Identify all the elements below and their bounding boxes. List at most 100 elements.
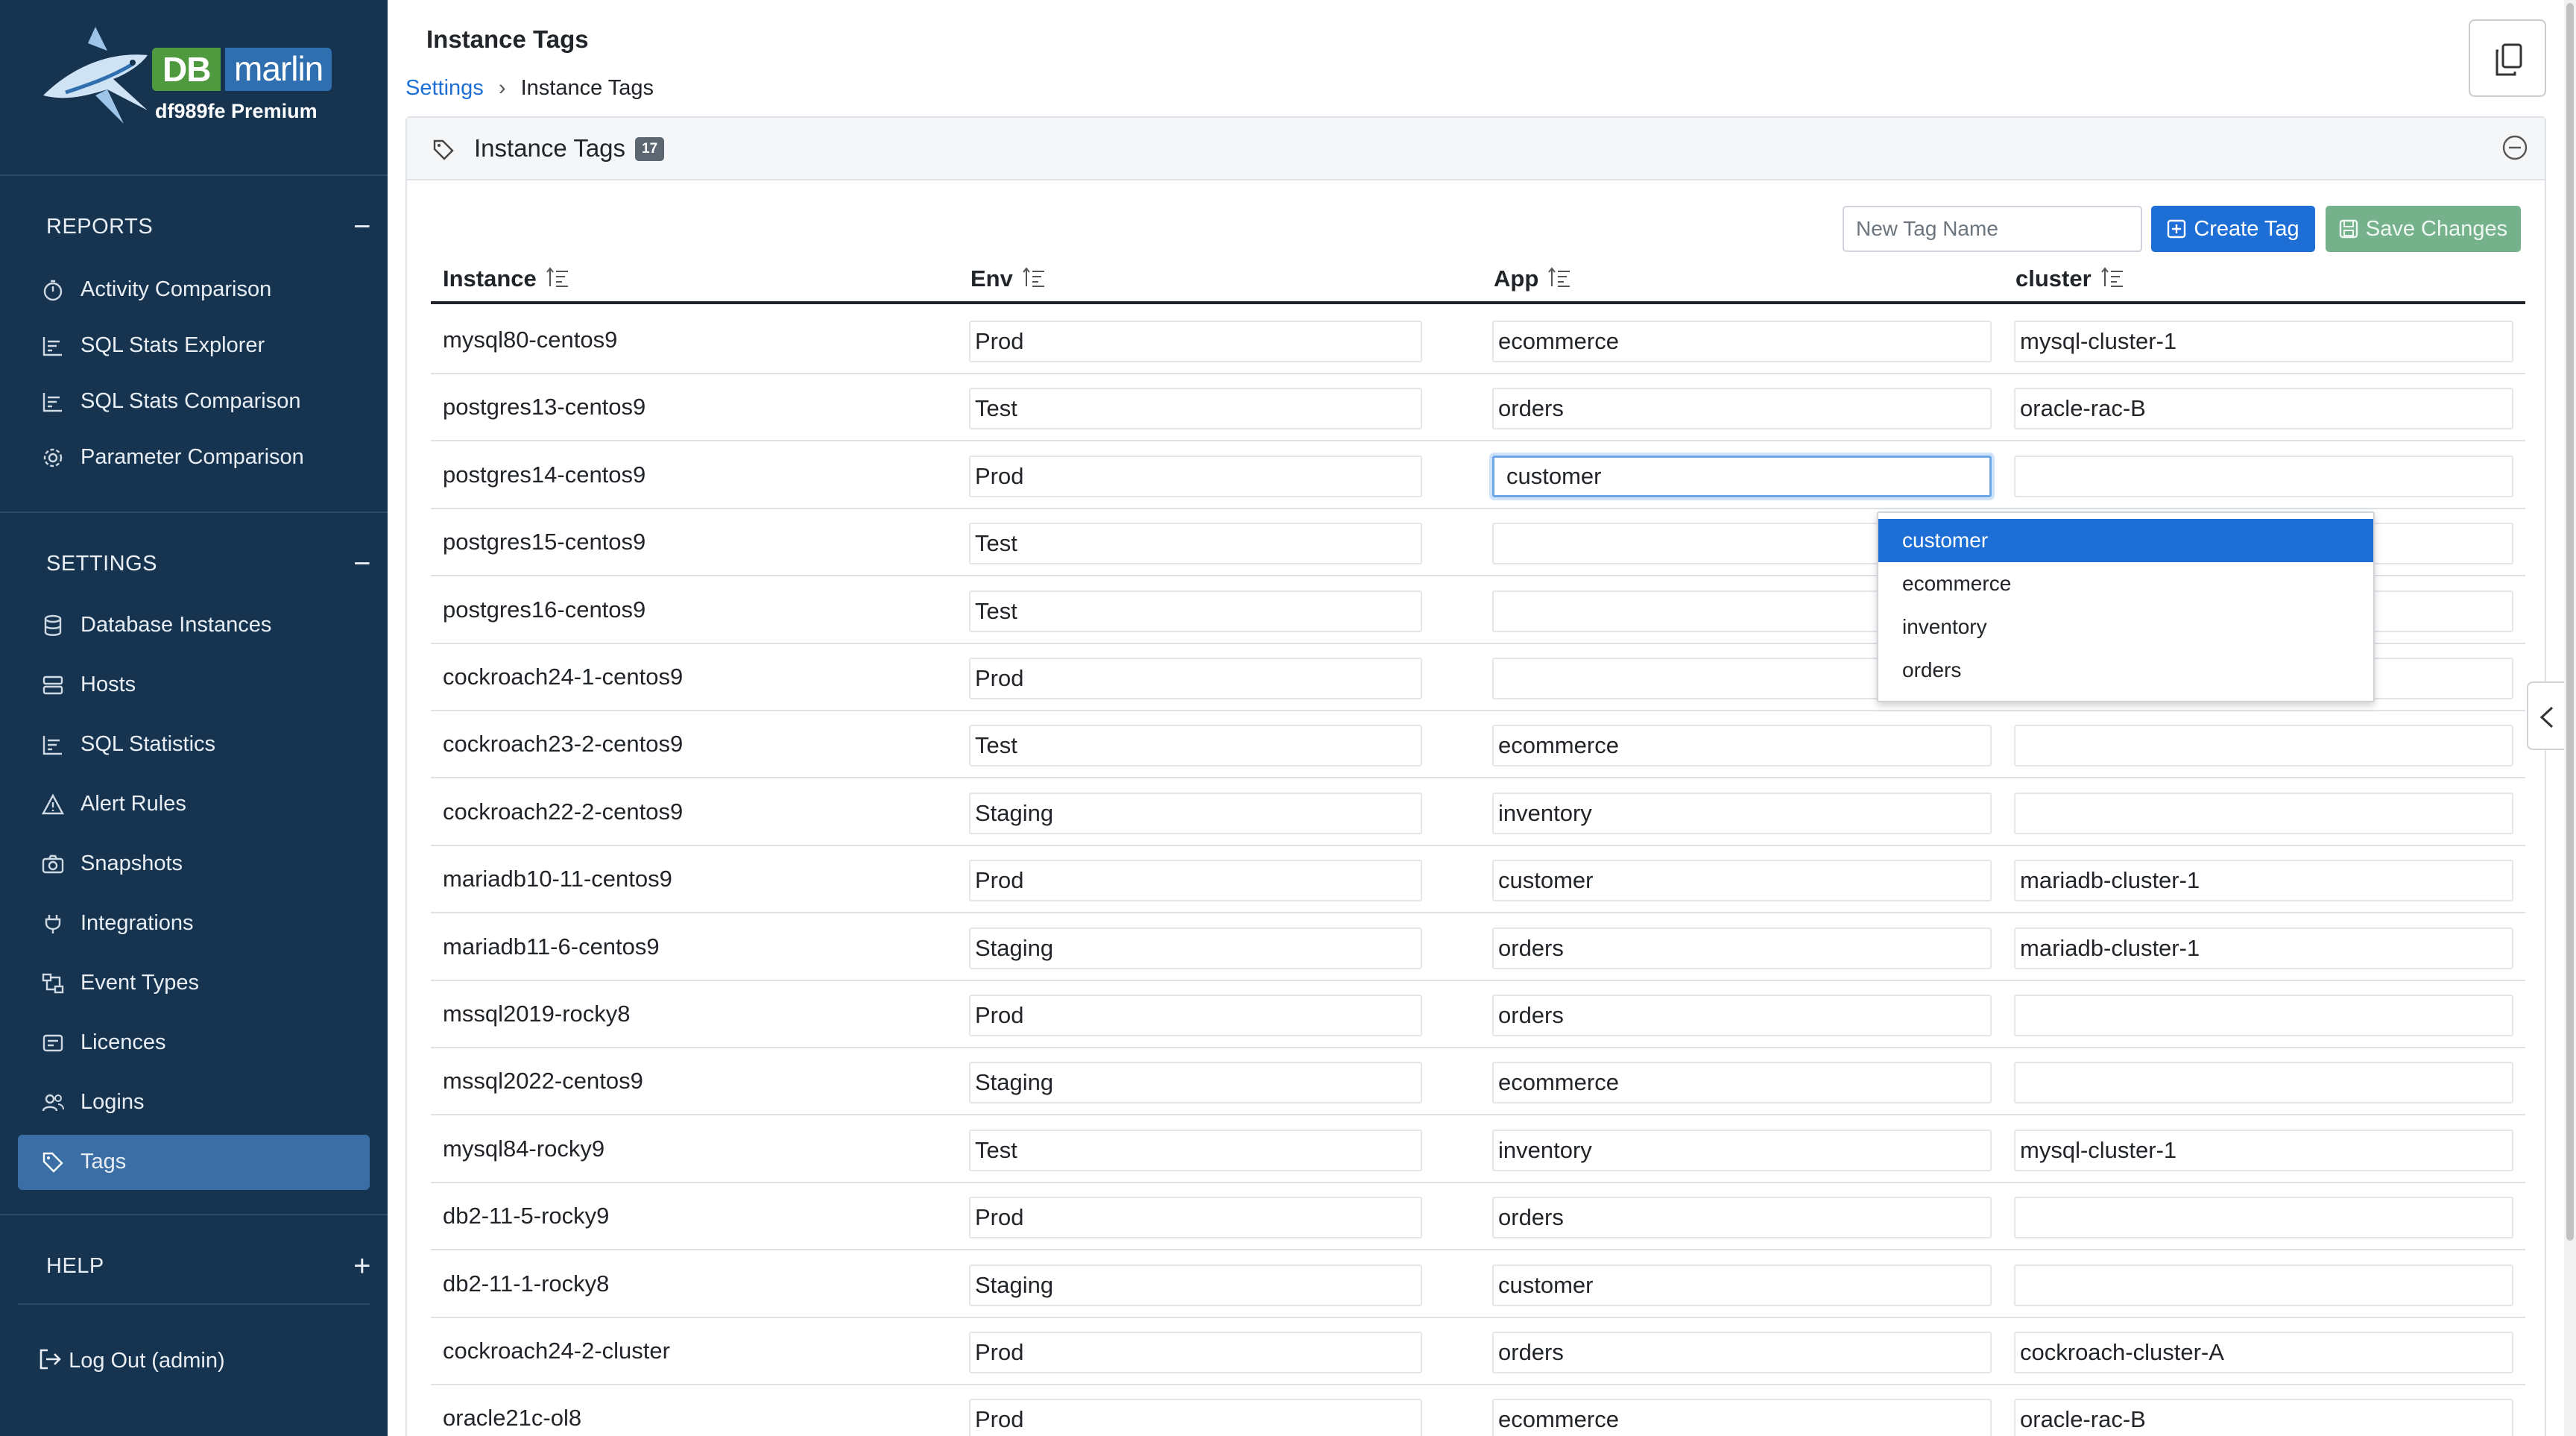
env-tag-input[interactable]: Prod — [969, 456, 1422, 497]
cluster-tag-input[interactable] — [2014, 456, 2513, 497]
cluster-tag-input[interactable]: mariadb-cluster-1 — [2014, 860, 2513, 901]
env-tag-input[interactable]: Prod — [969, 1197, 1422, 1238]
create-tag-button[interactable]: Create Tag — [2151, 206, 2315, 252]
env-tag-input[interactable]: Prod — [969, 1332, 1422, 1373]
sidebar-item-hosts[interactable]: Hosts — [18, 658, 370, 713]
env-tag-input[interactable]: Test — [969, 1130, 1422, 1171]
env-tag-input[interactable]: Test — [969, 725, 1422, 766]
collapse-icon[interactable]: − — [353, 549, 371, 579]
column-header-env[interactable]: Env — [970, 265, 1046, 292]
app-tag-input[interactable]: orders — [1492, 1332, 1992, 1373]
scrollbar-thumb[interactable] — [2566, 3, 2574, 1241]
collapse-circle-icon[interactable] — [2501, 134, 2528, 161]
sort-icon[interactable] — [2100, 267, 2124, 288]
app-tag-input[interactable]: ecommerce — [1492, 321, 1992, 362]
app-tag-input[interactable]: inventory — [1492, 793, 1992, 834]
column-header-app[interactable]: App — [1494, 265, 1571, 292]
app-tag-input[interactable]: ecommerce — [1492, 1062, 1992, 1103]
column-label: Instance — [443, 265, 537, 292]
app-tag-input[interactable]: orders — [1492, 1197, 1992, 1238]
app-tag-input[interactable]: customer — [1492, 860, 1992, 901]
app-tag-input[interactable]: ecommerce — [1492, 1399, 1992, 1436]
app-tag-input[interactable]: inventory — [1492, 1130, 1992, 1171]
app-tag-input[interactable]: customer — [1492, 1265, 1992, 1306]
env-tag-input[interactable]: Staging — [969, 1062, 1422, 1103]
dropdown-option-customer[interactable]: customer — [1878, 519, 2373, 562]
sidebar-item-logins[interactable]: Logins — [18, 1075, 370, 1130]
app-tag-input[interactable]: orders — [1492, 995, 1992, 1036]
env-tag-input[interactable]: Prod — [969, 860, 1422, 901]
instance-name: mysql80-centos9 — [443, 327, 618, 353]
sort-icon[interactable] — [1547, 267, 1571, 288]
sidebar-item-parameter-comparison[interactable]: Parameter Comparison — [18, 430, 370, 485]
breadcrumb-settings-link[interactable]: Settings — [405, 76, 484, 100]
column-header-cluster[interactable]: cluster — [2015, 265, 2124, 292]
env-tag-input[interactable]: Prod — [969, 995, 1422, 1036]
instance-name: cockroach22-2-centos9 — [443, 799, 684, 825]
cluster-tag-input[interactable]: mysql-cluster-1 — [2014, 1130, 2513, 1171]
sidebar-item-sql-stats-explorer[interactable]: SQL Stats Explorer — [18, 318, 370, 374]
sort-icon[interactable] — [1022, 267, 1046, 288]
cluster-tag-input[interactable] — [2014, 1062, 2513, 1103]
env-tag-input[interactable]: Prod — [969, 1399, 1422, 1436]
logout-label: Log Out (admin) — [69, 1349, 225, 1373]
cluster-tag-input[interactable] — [2014, 1197, 2513, 1238]
app-tag-input[interactable]: orders — [1492, 388, 1992, 429]
side-panel-toggle[interactable] — [2527, 681, 2564, 750]
reports-section-header[interactable]: REPORTS − — [46, 212, 371, 245]
sidebar-item-sql-stats-comparison[interactable]: SQL Stats Comparison — [18, 374, 370, 429]
cluster-tag-input[interactable]: cockroach-cluster-A — [2014, 1332, 2513, 1373]
expand-icon[interactable]: + — [353, 1251, 371, 1281]
cluster-tag-input[interactable]: oracle-rac-B — [2014, 388, 2513, 429]
table-row: cockroach22-2-centos9 Staging inventory — [431, 779, 2525, 846]
cluster-tag-input[interactable] — [2014, 725, 2513, 766]
sidebar-item-alert-rules[interactable]: Alert Rules — [18, 777, 370, 832]
cluster-tag-input[interactable] — [2014, 1265, 2513, 1306]
sidebar-item-snapshots[interactable]: Snapshots — [18, 837, 370, 892]
dropdown-option-inventory[interactable]: inventory — [1878, 605, 2373, 649]
sidebar-item-licences[interactable]: Licences — [18, 1015, 370, 1071]
cluster-tag-input[interactable]: mariadb-cluster-1 — [2014, 928, 2513, 969]
settings-section-header[interactable]: SETTINGS − — [46, 549, 371, 582]
sidebar-item-label: Hosts — [80, 673, 136, 696]
copy-button[interactable] — [2469, 19, 2546, 97]
env-tag-input[interactable]: Staging — [969, 928, 1422, 969]
column-header-instance[interactable]: Instance — [443, 265, 569, 292]
sidebar-item-database-instances[interactable]: Database Instances — [18, 598, 370, 653]
env-tag-input[interactable]: Test — [969, 591, 1422, 632]
sidebar-item-activity-comparison[interactable]: Activity Comparison — [18, 262, 370, 318]
app-tag-input[interactable]: orders — [1492, 928, 1992, 969]
help-section-header[interactable]: HELP + — [46, 1251, 371, 1284]
sidebar-item-tags[interactable]: Tags — [18, 1135, 370, 1190]
cluster-tag-input[interactable]: oracle-rac-B — [2014, 1399, 2513, 1436]
env-tag-input[interactable]: Test — [969, 388, 1422, 429]
cluster-tag-input[interactable]: mysql-cluster-1 — [2014, 321, 2513, 362]
env-tag-input[interactable]: Staging — [969, 1265, 1422, 1306]
env-tag-input[interactable]: Prod — [969, 658, 1422, 699]
instance-name: mariadb10-11-centos9 — [443, 866, 672, 892]
save-changes-button[interactable]: Save Changes — [2326, 206, 2521, 252]
sort-icon[interactable] — [546, 267, 569, 288]
sidebar-item-label: Licences — [80, 1030, 166, 1054]
sidebar-item-event-types[interactable]: Event Types — [18, 956, 370, 1011]
sidebar-item-label: Parameter Comparison — [80, 445, 304, 469]
sidebar-item-integrations[interactable]: Integrations — [18, 896, 370, 951]
app-tag-dropdown[interactable]: customer ecommerce inventory orders — [1877, 511, 2375, 702]
logout-link[interactable]: Log Out (admin) — [39, 1348, 225, 1373]
env-tag-input[interactable]: Staging — [969, 793, 1422, 834]
env-tag-input[interactable]: Test — [969, 523, 1422, 564]
cluster-tag-input[interactable] — [2014, 793, 2513, 834]
dbmarlin-logo[interactable]: DB marlin df989fe Premium — [36, 21, 356, 140]
sidebar-item-label: SQL Statistics — [80, 732, 216, 756]
sidebar-item-label: Event Types — [80, 971, 200, 995]
app-tag-input[interactable]: ecommerce — [1492, 725, 1992, 766]
dropdown-option-orders[interactable]: orders — [1878, 649, 2373, 692]
env-tag-input[interactable]: Prod — [969, 321, 1422, 362]
collapse-icon[interactable]: − — [353, 212, 371, 242]
cluster-tag-input[interactable] — [2014, 995, 2513, 1036]
app-tag-input[interactable]: customer — [1492, 456, 1992, 497]
column-label: Env — [970, 265, 1013, 292]
new-tag-name-input[interactable] — [1843, 206, 2142, 252]
dropdown-option-ecommerce[interactable]: ecommerce — [1878, 562, 2373, 605]
sidebar-item-sql-statistics[interactable]: SQL Statistics — [18, 717, 370, 772]
